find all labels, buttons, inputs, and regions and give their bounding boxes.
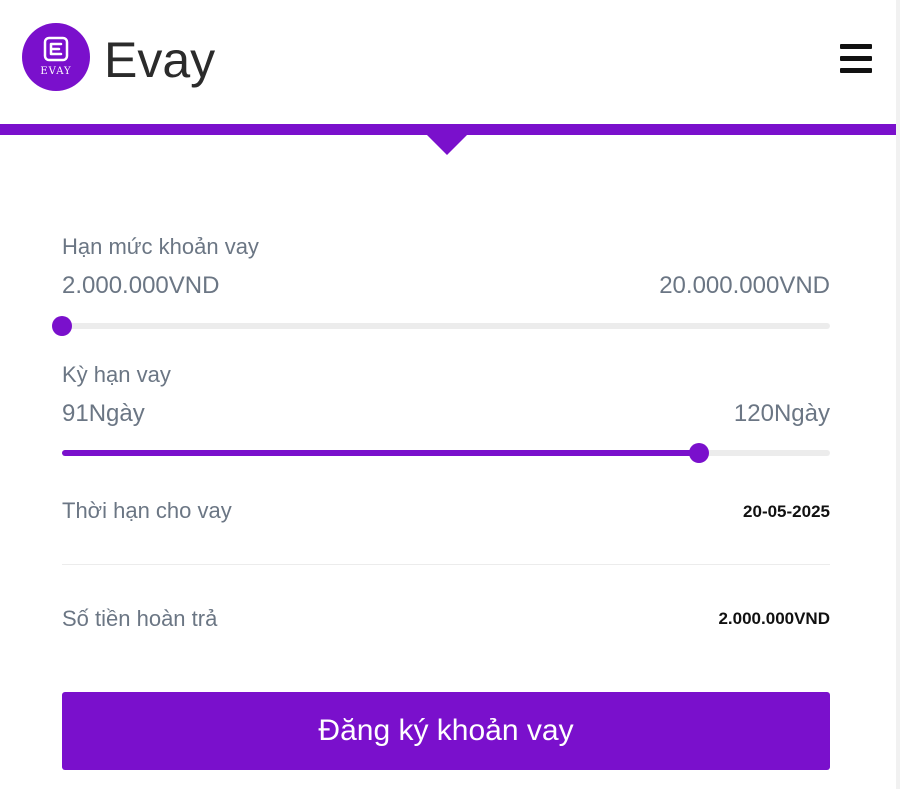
repayment-value: 2.000.000VND bbox=[718, 609, 830, 628]
header-accent-notch bbox=[426, 134, 468, 155]
loan-limit-slider[interactable] bbox=[52, 316, 830, 336]
due-date-label: Thời hạn cho vay bbox=[62, 498, 232, 523]
loan-term-slider-fill bbox=[62, 450, 700, 456]
brand-name: Evay bbox=[104, 32, 216, 88]
loan-term-slider[interactable] bbox=[62, 443, 830, 463]
register-loan-button[interactable]: Đăng ký khoản vay bbox=[62, 692, 830, 770]
loan-limit-label: Hạn mức khoản vay bbox=[62, 234, 259, 259]
loan-term-max: 120Ngày bbox=[733, 400, 830, 427]
scrollbar-edge bbox=[896, 0, 900, 789]
app-header: EVAY Evay bbox=[0, 0, 900, 124]
repayment-label: Số tiền hoàn trả bbox=[62, 606, 218, 631]
loan-limit-min: 2.000.000VND bbox=[62, 272, 220, 299]
evay-logo[interactable]: EVAY bbox=[22, 23, 90, 91]
loan-term-slider-thumb[interactable] bbox=[689, 443, 710, 463]
wallet-e-icon bbox=[43, 36, 69, 61]
hamburger-menu-icon[interactable] bbox=[840, 44, 872, 74]
menu-bar-bottom bbox=[840, 68, 872, 73]
menu-bar-top bbox=[840, 44, 872, 49]
loan-limit-max: 20.000.000VND bbox=[659, 272, 830, 299]
loan-term-min: 91Ngày bbox=[62, 400, 145, 427]
menu-bar-middle bbox=[840, 56, 872, 61]
loan-term-label: Kỳ hạn vay bbox=[62, 362, 171, 387]
due-date-value: 20-05-2025 bbox=[743, 502, 830, 521]
loan-limit-slider-thumb[interactable] bbox=[52, 316, 72, 336]
summary-divider bbox=[62, 564, 830, 565]
logo-text: EVAY bbox=[40, 65, 72, 77]
